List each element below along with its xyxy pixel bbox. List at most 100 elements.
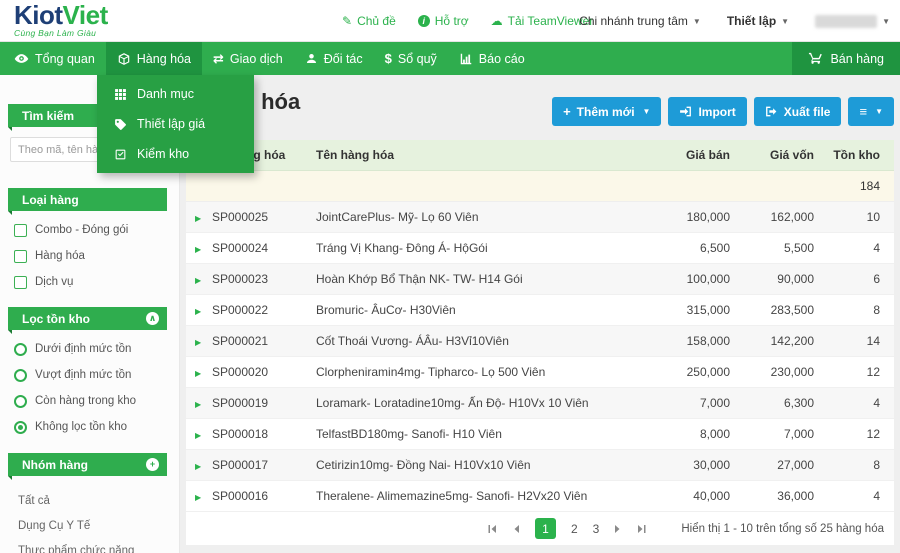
product-group-section-header[interactable]: Nhóm hàng+ bbox=[8, 453, 167, 476]
column-header-stock[interactable]: Tồn kho bbox=[814, 148, 880, 162]
table-row[interactable]: ▶ SP000016 Theralene- Alimemazine5mg- Sa… bbox=[186, 481, 894, 512]
table-row[interactable]: ▶ SP000021 Cốt Thoái Vương- ÁÂu- H3Vỉ10V… bbox=[186, 326, 894, 357]
export-button[interactable]: Xuất file bbox=[754, 97, 842, 126]
theme-link[interactable]: ✎ Chủ đề bbox=[342, 14, 396, 28]
group-link-dung-cu-y-te[interactable]: Dụng Cụ Y Tế bbox=[18, 513, 179, 538]
user-menu[interactable]: ▼ bbox=[815, 15, 890, 28]
branch-selector[interactable]: Chi nhánh trung tâm▼ bbox=[579, 14, 701, 28]
dollar-icon: $ bbox=[385, 52, 392, 65]
product-stock: 12 bbox=[814, 427, 880, 441]
group-link-thuc-pham[interactable]: Thực phẩm chức năng bbox=[18, 538, 179, 553]
expand-row-icon[interactable]: ▶ bbox=[195, 431, 201, 440]
expand-row-icon[interactable]: ▶ bbox=[195, 493, 201, 502]
product-name: Loramark- Loratadine10mg- Ấn Độ- H10Vx 1… bbox=[316, 396, 630, 410]
table-row[interactable]: ▶ SP000018 TelfastBD180mg- Sanofi- H10 V… bbox=[186, 419, 894, 450]
expand-row-icon[interactable]: ▶ bbox=[195, 338, 201, 347]
menu-item-danh-muc[interactable]: Danh mục bbox=[97, 79, 254, 109]
product-price: 100,000 bbox=[630, 272, 730, 286]
nav-item-bao-cao[interactable]: Báo cáo bbox=[448, 42, 536, 75]
sell-button[interactable]: Bán hàng bbox=[792, 42, 900, 75]
expand-row-icon[interactable]: ▶ bbox=[195, 245, 201, 254]
nav-item-tong-quan[interactable]: Tổng quan bbox=[3, 42, 106, 75]
product-cost: 36,000 bbox=[730, 489, 814, 503]
titlebar: Hàng hóa +Thêm mới▼ Import Xuất file ≡▼ bbox=[180, 75, 900, 140]
logo-tagline: Cùng Bạn Làm Giàu bbox=[14, 28, 108, 38]
checkbox-icon[interactable] bbox=[14, 250, 27, 263]
page-number-3[interactable]: 3 bbox=[593, 522, 600, 536]
total-stock-value: 184 bbox=[814, 179, 880, 193]
group-link-tat-ca[interactable]: Tất cả bbox=[18, 488, 179, 513]
expand-row-icon[interactable]: ▶ bbox=[195, 214, 201, 223]
product-cost: 27,000 bbox=[730, 458, 814, 472]
product-code: SP000023 bbox=[212, 272, 316, 286]
option-label: Dịch vụ bbox=[35, 276, 73, 288]
menu-item-kiem-kho[interactable]: Kiểm kho bbox=[97, 139, 254, 169]
support-link[interactable]: iHỗ trợ bbox=[418, 14, 469, 28]
nav-item-doi-tac[interactable]: Đối tác bbox=[294, 42, 374, 75]
page-number-2[interactable]: 2 bbox=[571, 522, 578, 536]
expand-row-icon[interactable]: ▶ bbox=[195, 276, 201, 285]
teamviewer-link[interactable]: ☁Tải TeamViewer bbox=[491, 14, 594, 28]
radio-option-vuot-dinh-muc[interactable]: Vượt định mức tồn bbox=[14, 362, 179, 388]
import-button[interactable]: Import bbox=[668, 97, 746, 126]
nav-item-giao-dich[interactable]: ⇄ Giao dịch bbox=[202, 42, 294, 75]
expand-row-icon[interactable]: ▶ bbox=[195, 369, 201, 378]
page-number-1[interactable]: 1 bbox=[535, 518, 556, 539]
checkbox-option-hang-hoa[interactable]: Hàng hóa bbox=[14, 243, 179, 269]
product-type-options: Combo - Đóng gói Hàng hóa Dịch vụ bbox=[0, 211, 179, 295]
radio-icon[interactable] bbox=[14, 395, 27, 408]
product-stock: 8 bbox=[814, 458, 880, 472]
product-stock: 4 bbox=[814, 489, 880, 503]
column-header-price[interactable]: Giá bán bbox=[630, 148, 730, 162]
table-row[interactable]: ▶ SP000017 Cetirizin10mg- Đồng Nai- H10V… bbox=[186, 450, 894, 481]
table-row[interactable]: ▶ SP000019 Loramark- Loratadine10mg- Ấn … bbox=[186, 388, 894, 419]
nav-label: Đối tác bbox=[324, 52, 363, 66]
stock-filter-options: Dưới định mức tồn Vượt định mức tồn Còn … bbox=[0, 330, 179, 440]
page-last-button[interactable] bbox=[637, 524, 647, 534]
expand-row-icon[interactable]: ▶ bbox=[195, 307, 201, 316]
product-code: SP000017 bbox=[212, 458, 316, 472]
branch-label: Chi nhánh trung tâm bbox=[579, 14, 688, 28]
column-header-name[interactable]: Tên hàng hóa bbox=[316, 148, 630, 162]
header-right: Chi nhánh trung tâm▼ Thiết lập▼ ▼ bbox=[579, 0, 890, 42]
table-row[interactable]: ▶ SP000022 Bromuric- ÂuCơ- H30Viên 315,0… bbox=[186, 295, 894, 326]
radio-selected-icon[interactable] bbox=[14, 421, 27, 434]
page-first-button[interactable] bbox=[487, 524, 497, 534]
table-row[interactable]: ▶ SP000024 Tráng Vị Khang- Đông Á- HộGói… bbox=[186, 233, 894, 264]
option-label: Không lọc tồn kho bbox=[35, 421, 127, 433]
nav-item-hang-hoa[interactable]: Hàng hóa bbox=[106, 42, 202, 75]
radio-option-con-hang[interactable]: Còn hàng trong kho bbox=[14, 388, 179, 414]
table-row[interactable]: ▶ SP000023 Hoàn Khớp Bổ Thận NK- TW- H14… bbox=[186, 264, 894, 295]
option-label: Dưới định mức tồn bbox=[35, 343, 131, 355]
add-group-plus-icon[interactable]: + bbox=[146, 458, 159, 471]
checkbox-option-combo[interactable]: Combo - Đóng gói bbox=[14, 217, 179, 243]
nav-item-so-quy[interactable]: $ Sổ quỹ bbox=[374, 42, 448, 75]
kiotviet-logo[interactable]: KiotViet Cùng Bạn Làm Giàu bbox=[14, 2, 108, 38]
expand-row-icon[interactable]: ▶ bbox=[195, 400, 201, 409]
radio-icon[interactable] bbox=[14, 343, 27, 356]
settings-menu[interactable]: Thiết lập▼ bbox=[727, 14, 789, 28]
table-row[interactable]: ▶ SP000020 Clorpheniramin4mg- Tipharco- … bbox=[186, 357, 894, 388]
product-price: 6,500 bbox=[630, 241, 730, 255]
stock-filter-section-header[interactable]: Lọc tồn kho∧ bbox=[8, 307, 167, 330]
checkbox-option-dich-vu[interactable]: Dịch vụ bbox=[14, 269, 179, 295]
radio-option-khong-loc[interactable]: Không lọc tồn kho bbox=[14, 414, 179, 440]
page-prev-button[interactable] bbox=[512, 524, 520, 534]
checkbox-icon[interactable] bbox=[14, 224, 27, 237]
product-code: SP000016 bbox=[212, 489, 316, 503]
checkbox-icon[interactable] bbox=[14, 276, 27, 289]
expand-row-icon[interactable]: ▶ bbox=[195, 462, 201, 471]
option-label: Vượt định mức tồn bbox=[35, 369, 131, 381]
page-next-button[interactable] bbox=[614, 524, 622, 534]
theme-link-label: Chủ đề bbox=[357, 14, 396, 28]
menu-item-thiet-lap-gia[interactable]: Thiết lập giá bbox=[97, 109, 254, 139]
radio-icon[interactable] bbox=[14, 369, 27, 382]
column-header-cost[interactable]: Giá vốn bbox=[730, 148, 814, 162]
add-new-button[interactable]: +Thêm mới▼ bbox=[552, 97, 661, 126]
list-menu-icon: ≡ bbox=[859, 105, 867, 118]
radio-option-duoi-dinh-muc[interactable]: Dưới định mức tồn bbox=[14, 336, 179, 362]
collapse-chevron-up-icon[interactable]: ∧ bbox=[146, 312, 159, 325]
brush-icon: ✎ bbox=[342, 14, 352, 28]
table-row[interactable]: ▶ SP000025 JointCarePlus- Mỹ- Lọ 60 Viên… bbox=[186, 202, 894, 233]
column-options-button[interactable]: ≡▼ bbox=[848, 97, 894, 126]
